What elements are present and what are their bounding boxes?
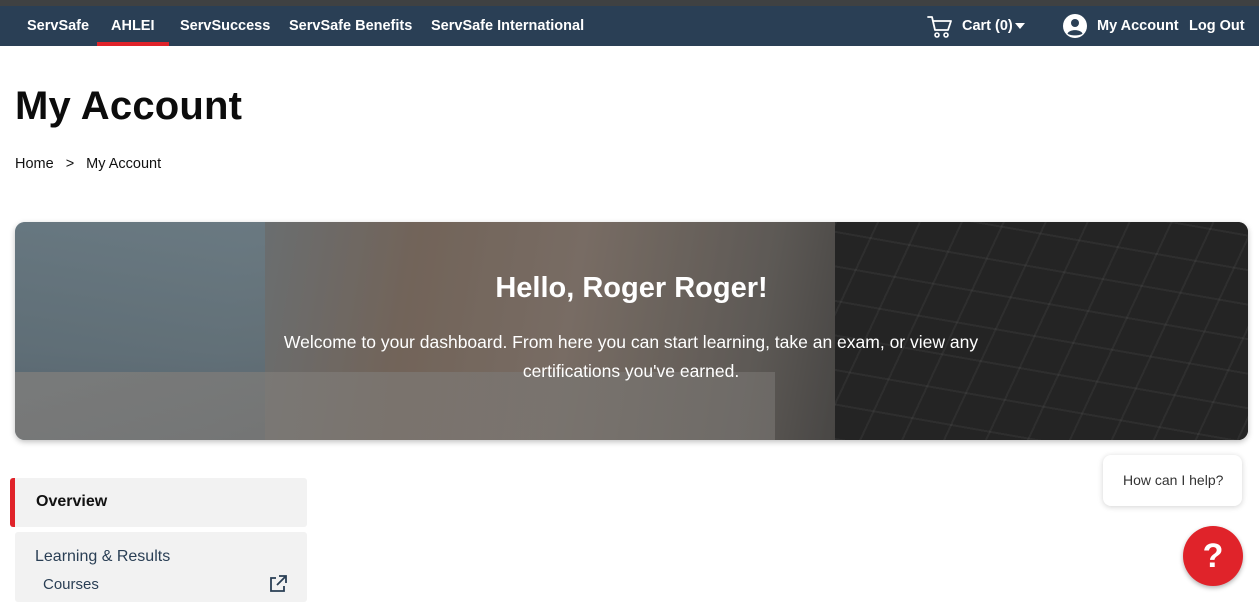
chevron-down-icon[interactable] <box>1015 23 1025 29</box>
top-navigation: ServSafe AHLEI ServSuccess ServSafe Bene… <box>0 6 1259 46</box>
help-chat-bubble[interactable]: How can I help? <box>1103 455 1242 506</box>
my-account-link[interactable]: My Account <box>1097 6 1179 46</box>
nav-item-servsafe-benefits[interactable]: ServSafe Benefits <box>289 6 412 46</box>
sidebar-section-heading: Learning & Results <box>35 548 171 565</box>
welcome-banner: Hello, Roger Roger! Welcome to your dash… <box>15 222 1248 440</box>
sidebar-item-courses[interactable]: Courses <box>43 576 99 593</box>
nav-item-ahlei[interactable]: AHLEI <box>97 6 168 46</box>
breadcrumb-current: My Account <box>86 156 162 172</box>
sidebar-section-learning-results: Learning & Results Courses <box>15 532 307 602</box>
page-title: My Account <box>15 84 243 128</box>
cart-link[interactable]: Cart (0) <box>962 6 1013 46</box>
external-link-icon[interactable] <box>268 574 288 594</box>
welcome-greeting: Hello, Roger Roger! <box>495 272 768 304</box>
breadcrumb-separator: > <box>65 156 75 172</box>
nav-item-servsafe[interactable]: ServSafe <box>27 6 89 46</box>
sidebar-item-label: Overview <box>36 493 108 510</box>
breadcrumb-home[interactable]: Home <box>15 156 54 172</box>
welcome-text: Welcome to your dashboard. From here you… <box>283 332 979 381</box>
nav-item-servsuccess[interactable]: ServSuccess <box>180 6 270 46</box>
cart-icon[interactable] <box>927 15 953 39</box>
nav-item-servsafe-international[interactable]: ServSafe International <box>431 6 584 46</box>
account-icon[interactable] <box>1063 14 1087 38</box>
help-bubble-text: How can I help? <box>1123 472 1224 488</box>
log-out-link[interactable]: Log Out <box>1189 6 1245 46</box>
sidebar-item-overview[interactable]: Overview <box>10 478 307 527</box>
question-icon[interactable]: ? <box>1183 526 1243 586</box>
breadcrumb: Home > My Account <box>15 156 161 172</box>
